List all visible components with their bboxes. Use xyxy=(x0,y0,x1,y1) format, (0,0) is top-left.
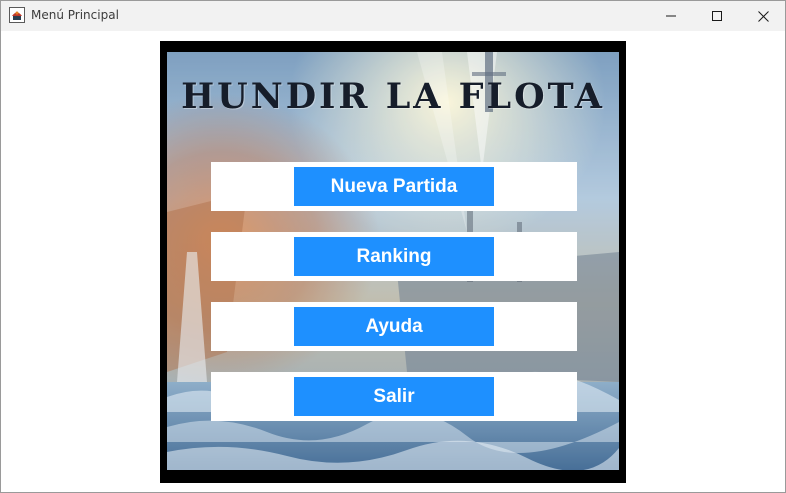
java-cup-icon xyxy=(9,7,25,23)
menu-row-new-game: Nueva Partida xyxy=(211,162,577,211)
close-button[interactable] xyxy=(740,1,785,31)
exit-button[interactable]: Salir xyxy=(294,377,494,416)
poster-frame: HUNDIR LA FLOTA Nueva Partida Ranking Ay… xyxy=(160,41,626,483)
menu-row-ranking: Ranking xyxy=(211,232,577,281)
menu-panel: HUNDIR LA FLOTA Nueva Partida Ranking Ay… xyxy=(1,31,785,492)
ranking-button[interactable]: Ranking xyxy=(294,237,494,276)
menu-row-help: Ayuda xyxy=(211,302,577,351)
minimize-icon xyxy=(666,11,676,21)
help-button[interactable]: Ayuda xyxy=(294,307,494,346)
title-bar[interactable]: Menú Principal xyxy=(1,1,785,31)
close-icon xyxy=(757,10,769,22)
game-title: HUNDIR LA FLOTA xyxy=(181,76,605,117)
maximize-icon xyxy=(712,11,722,21)
menu-row-exit: Salir xyxy=(211,372,577,421)
application-window: Menú Principal HUNDIR LA FLOTA Nueva Par… xyxy=(0,0,786,493)
window-title: Menú Principal xyxy=(31,8,119,22)
new-game-button[interactable]: Nueva Partida xyxy=(294,167,494,206)
battleship-background-image: HUNDIR LA FLOTA Nueva Partida Ranking Ay… xyxy=(167,52,619,470)
minimize-button[interactable] xyxy=(648,1,694,31)
maximize-button[interactable] xyxy=(694,1,740,31)
